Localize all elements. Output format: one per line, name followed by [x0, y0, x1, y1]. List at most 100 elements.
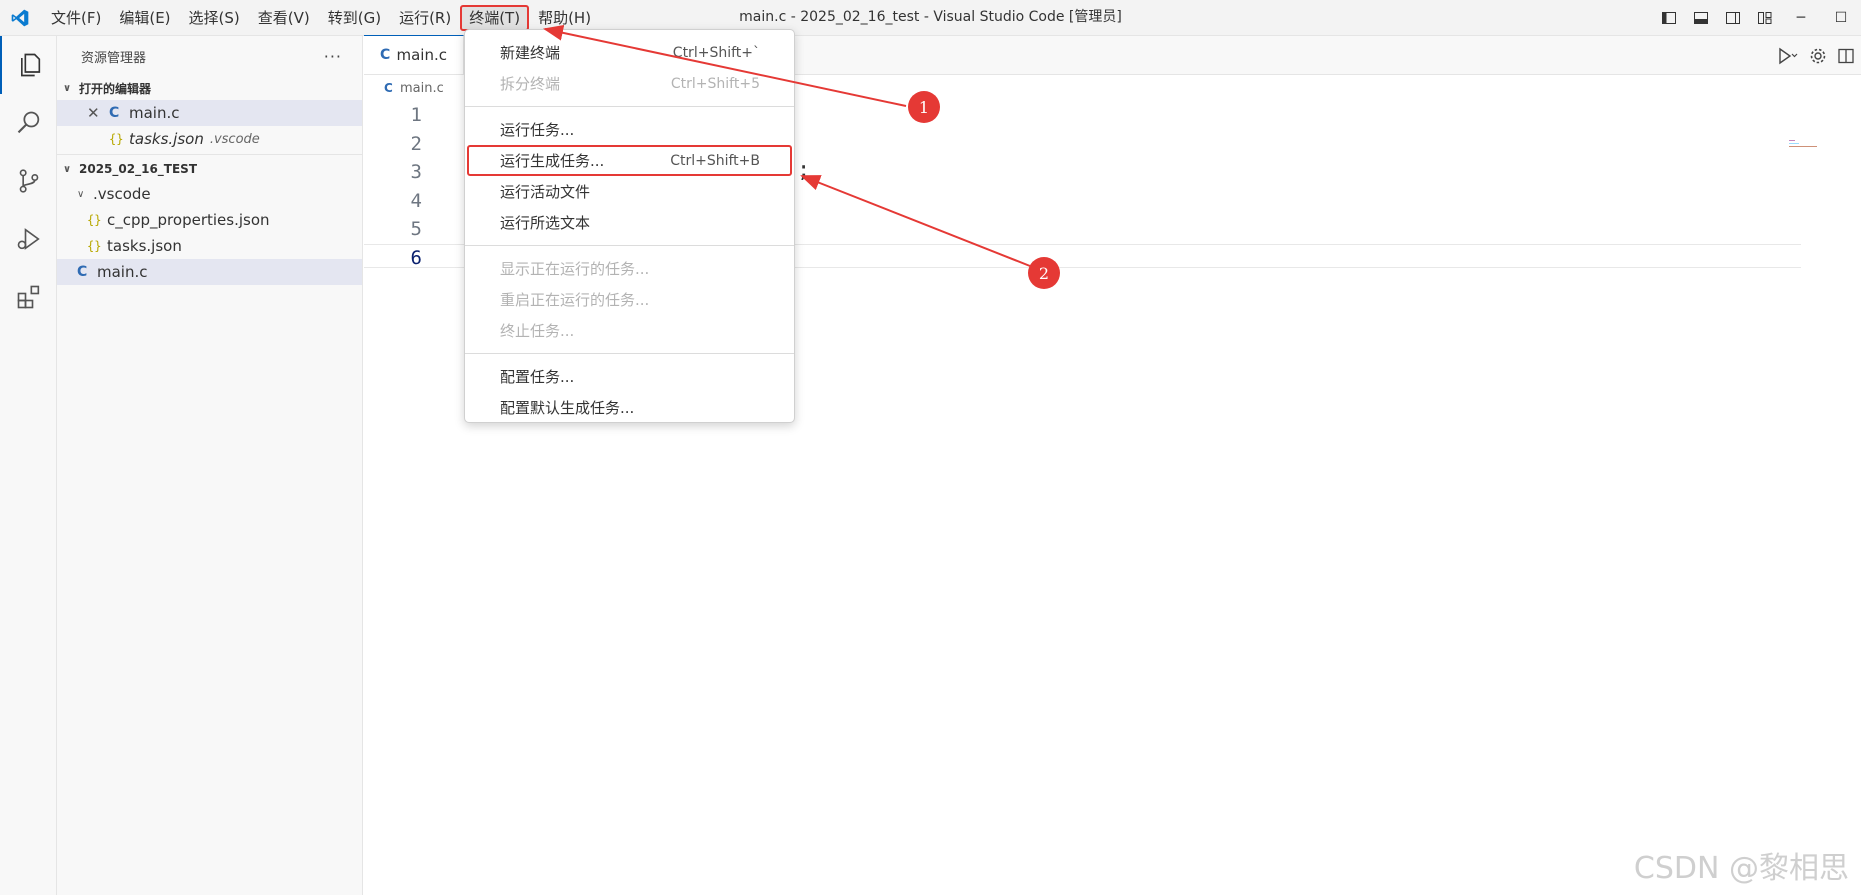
tree-item-c-cpp-properties[interactable]: {} c_cpp_properties.json: [57, 207, 362, 233]
menu-item-label: 显示正在运行的任务...: [500, 260, 650, 278]
menu-item-label: 运行生成任务...: [500, 152, 605, 170]
menu-edit[interactable]: 编辑(E): [110, 5, 179, 31]
menu-item-label: 重启正在运行的任务...: [500, 291, 650, 309]
menu-selection[interactable]: 选择(S): [180, 5, 249, 31]
chevron-down-icon: ∨: [63, 82, 72, 94]
menu-item-run-selected-text[interactable]: 运行所选文本: [465, 207, 794, 238]
editor-actions: [1777, 36, 1861, 75]
menu-item-run-active-file[interactable]: 运行活动文件: [465, 176, 794, 207]
line-number: 4: [410, 189, 422, 212]
menu-item-shortcut: Ctrl+Shift+B: [670, 152, 760, 169]
search-icon[interactable]: [0, 94, 57, 152]
toggle-primary-sidebar-icon[interactable]: [1653, 0, 1685, 36]
toggle-panel-icon[interactable]: [1685, 0, 1717, 36]
menu-item-run-build-task[interactable]: 运行生成任务... Ctrl+Shift+B: [467, 145, 792, 176]
menu-item-label: 终止任务...: [500, 322, 575, 340]
menu-item-show-running-tasks: 显示正在运行的任务...: [465, 253, 794, 284]
tab-main-c[interactable]: C main.c: [364, 35, 464, 74]
tree-item-vscode-folder[interactable]: ∨ .vscode: [57, 181, 362, 207]
c-file-icon: C: [384, 81, 393, 95]
open-editor-label: main.c: [129, 104, 180, 122]
code-text-fragment: ;: [797, 158, 811, 183]
menu-separator: [465, 245, 794, 246]
menu-view[interactable]: 查看(V): [249, 5, 319, 31]
tree-item-label: .vscode: [93, 185, 151, 203]
menu-item-label: 拆分终端: [500, 75, 561, 93]
split-editor-icon[interactable]: [1837, 47, 1855, 65]
tree-item-label: tasks.json: [107, 237, 182, 255]
menu-item-label: 配置任务...: [500, 368, 575, 386]
menu-item-restart-running-task: 重启正在运行的任务...: [465, 284, 794, 315]
menu-separator: [465, 106, 794, 107]
breadcrumb-file[interactable]: main.c: [400, 81, 444, 96]
menu-item-run-task[interactable]: 运行任务...: [465, 114, 794, 145]
source-control-icon[interactable]: [0, 152, 57, 210]
section-divider: [57, 154, 362, 155]
menu-run[interactable]: 运行(R): [390, 5, 460, 31]
menu-item-label: 运行所选文本: [500, 214, 591, 232]
run-c-file-icon[interactable]: [1777, 46, 1799, 66]
workspace-title: 2025_02_16_TEST: [79, 162, 198, 176]
line-number: 5: [410, 218, 422, 241]
menu-item-label: 运行活动文件: [500, 183, 591, 201]
menu-item-shortcut: Ctrl+Shift+`: [672, 44, 760, 61]
c-file-icon: C: [77, 264, 88, 280]
menu-file[interactable]: 文件(F): [42, 5, 110, 31]
json-file-icon: {}: [87, 213, 102, 227]
open-editor-label: tasks.json: [129, 130, 204, 148]
annotation-badge-1: 1: [908, 91, 940, 123]
line-number: 3: [410, 161, 422, 184]
open-editors-title: 打开的编辑器: [79, 81, 152, 96]
menu-item-label: 新建终端: [500, 44, 561, 62]
menu-item-label: 运行任务...: [500, 121, 575, 139]
c-file-icon: C: [380, 47, 391, 63]
open-editor-folder: .vscode: [209, 131, 260, 147]
line-number: 2: [410, 132, 422, 155]
run-debug-icon[interactable]: [0, 210, 57, 268]
close-icon[interactable]: ✕: [87, 104, 109, 122]
tree-item-label: c_cpp_properties.json: [107, 211, 270, 229]
open-editor-main-c[interactable]: ✕ C main.c: [57, 100, 362, 126]
toggle-secondary-sidebar-icon[interactable]: [1717, 0, 1749, 36]
title-bar: 文件(F) 编辑(E) 选择(S) 查看(V) 转到(G) 运行(R) 终端(T…: [0, 0, 1861, 36]
menu-item-split-terminal: 拆分终端 Ctrl+Shift+5: [465, 68, 794, 99]
customize-layout-icon[interactable]: [1749, 0, 1781, 36]
menu-terminal[interactable]: 终端(T): [460, 5, 530, 31]
explorer-header: 资源管理器 ···: [57, 36, 362, 76]
open-editor-tasks-json[interactable]: {} tasks.json .vscode: [57, 126, 362, 152]
title-bar-controls: ─ ☐: [1653, 0, 1861, 36]
tree-item-main-c[interactable]: C main.c: [57, 259, 362, 285]
minimize-button[interactable]: ─: [1781, 0, 1821, 36]
extensions-icon[interactable]: [0, 268, 57, 326]
workspace-section[interactable]: ∨ 2025_02_16_TEST: [57, 157, 362, 181]
tree-item-tasks-json[interactable]: {} tasks.json: [57, 233, 362, 259]
minimap[interactable]: [1789, 136, 1819, 147]
annotation-badge-2: 2: [1028, 257, 1060, 289]
gear-icon[interactable]: [1809, 47, 1827, 65]
menu-item-configure-tasks[interactable]: 配置任务...: [465, 361, 794, 392]
terminal-menu-dropdown: 新建终端 Ctrl+Shift+` 拆分终端 Ctrl+Shift+5 运行任务…: [464, 29, 795, 423]
menu-item-configure-default-build-task[interactable]: 配置默认生成任务...: [465, 392, 794, 423]
chevron-down-icon: ∨: [63, 163, 72, 175]
json-file-icon: {}: [87, 239, 102, 253]
menu-go[interactable]: 转到(G): [319, 5, 390, 31]
vscode-window: 文件(F) 编辑(E) 选择(S) 查看(V) 转到(G) 运行(R) 终端(T…: [0, 0, 1861, 895]
open-editors-section[interactable]: ∨ 打开的编辑器: [57, 76, 362, 100]
menu-help[interactable]: 帮助(H): [529, 5, 600, 31]
c-file-icon: C: [109, 105, 120, 121]
tree-item-label: main.c: [97, 263, 148, 281]
more-actions-icon[interactable]: ···: [324, 47, 342, 66]
explorer-title: 资源管理器: [81, 50, 147, 66]
line-number: 1: [410, 104, 422, 127]
tab-label: main.c: [396, 46, 448, 64]
watermark: CSDN @黎相思: [1633, 851, 1849, 886]
explorer-sidebar: 资源管理器 ··· ∨ 打开的编辑器 ✕ C main.c {} tasks.j…: [57, 36, 363, 895]
maximize-button[interactable]: ☐: [1821, 0, 1861, 36]
chevron-down-icon: ∨: [77, 188, 85, 200]
activity-bar: [0, 36, 57, 895]
explorer-icon[interactable]: [0, 36, 57, 94]
menu-item-new-terminal[interactable]: 新建终端 Ctrl+Shift+`: [465, 37, 794, 68]
menu-item-terminate-task: 终止任务...: [465, 315, 794, 346]
vscode-logo-icon: [11, 9, 29, 27]
menu-separator: [465, 353, 794, 354]
